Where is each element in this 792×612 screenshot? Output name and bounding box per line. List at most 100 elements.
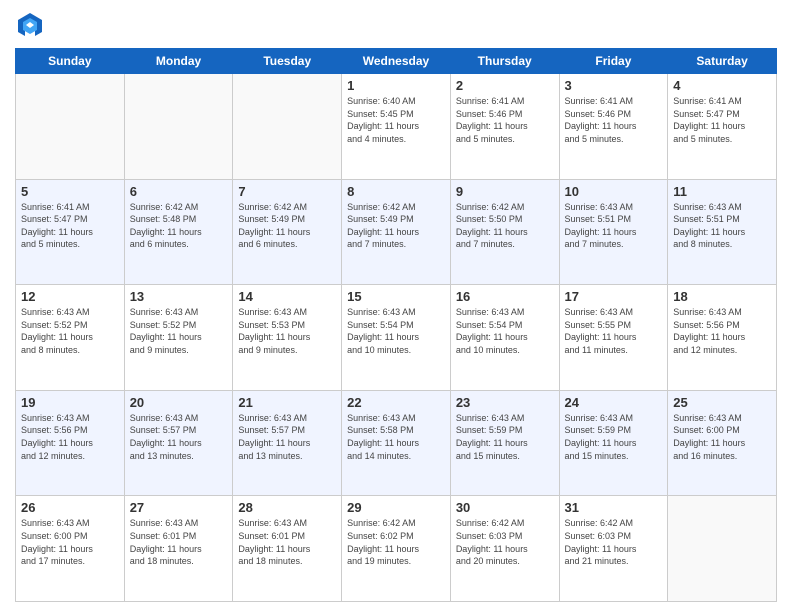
day-info: Daylight: 11 hours — [565, 226, 663, 239]
day-info: and 17 minutes. — [21, 555, 119, 568]
weekday-header-wednesday: Wednesday — [342, 49, 451, 74]
day-info: Sunset: 5:51 PM — [565, 213, 663, 226]
calendar-cell: 15Sunrise: 6:43 AMSunset: 5:54 PMDayligh… — [342, 285, 451, 391]
day-info: Sunset: 5:57 PM — [130, 424, 228, 437]
day-info: Sunset: 5:52 PM — [130, 319, 228, 332]
day-info: Sunset: 5:57 PM — [238, 424, 336, 437]
day-number: 30 — [456, 500, 554, 515]
day-info: Sunrise: 6:41 AM — [673, 95, 771, 108]
day-info: and 14 minutes. — [347, 450, 445, 463]
day-info: Sunrise: 6:42 AM — [347, 201, 445, 214]
calendar-cell — [124, 74, 233, 180]
day-info: Sunset: 5:47 PM — [673, 108, 771, 121]
day-number: 4 — [673, 78, 771, 93]
day-info: Daylight: 11 hours — [347, 437, 445, 450]
day-info: Daylight: 11 hours — [456, 543, 554, 556]
day-info: Daylight: 11 hours — [21, 543, 119, 556]
day-info: Daylight: 11 hours — [347, 120, 445, 133]
day-info: Sunrise: 6:41 AM — [456, 95, 554, 108]
weekday-header-saturday: Saturday — [668, 49, 777, 74]
day-info: Daylight: 11 hours — [21, 226, 119, 239]
weekday-header-friday: Friday — [559, 49, 668, 74]
day-info: Sunrise: 6:43 AM — [130, 517, 228, 530]
day-info: Sunrise: 6:43 AM — [565, 201, 663, 214]
day-info: Daylight: 11 hours — [456, 120, 554, 133]
day-info: Sunrise: 6:43 AM — [565, 306, 663, 319]
day-info: Daylight: 11 hours — [565, 120, 663, 133]
day-info: Sunrise: 6:43 AM — [21, 517, 119, 530]
calendar-cell: 28Sunrise: 6:43 AMSunset: 6:01 PMDayligh… — [233, 496, 342, 602]
day-info: and 6 minutes. — [130, 238, 228, 251]
day-info: and 20 minutes. — [456, 555, 554, 568]
calendar-cell: 29Sunrise: 6:42 AMSunset: 6:02 PMDayligh… — [342, 496, 451, 602]
day-number: 31 — [565, 500, 663, 515]
calendar-cell: 3Sunrise: 6:41 AMSunset: 5:46 PMDaylight… — [559, 74, 668, 180]
day-info: Sunset: 5:54 PM — [347, 319, 445, 332]
day-number: 23 — [456, 395, 554, 410]
day-number: 13 — [130, 289, 228, 304]
day-number: 14 — [238, 289, 336, 304]
day-info: Sunrise: 6:41 AM — [21, 201, 119, 214]
day-info: Sunset: 5:49 PM — [238, 213, 336, 226]
day-info: Sunrise: 6:42 AM — [347, 517, 445, 530]
calendar-cell: 25Sunrise: 6:43 AMSunset: 6:00 PMDayligh… — [668, 390, 777, 496]
day-number: 16 — [456, 289, 554, 304]
calendar-cell: 27Sunrise: 6:43 AMSunset: 6:01 PMDayligh… — [124, 496, 233, 602]
day-info: Sunrise: 6:42 AM — [456, 201, 554, 214]
day-info: Sunrise: 6:42 AM — [238, 201, 336, 214]
day-number: 3 — [565, 78, 663, 93]
weekday-header-thursday: Thursday — [450, 49, 559, 74]
day-info: Sunrise: 6:42 AM — [565, 517, 663, 530]
day-info: Sunrise: 6:42 AM — [456, 517, 554, 530]
day-info: Sunset: 5:50 PM — [456, 213, 554, 226]
calendar-cell: 18Sunrise: 6:43 AMSunset: 5:56 PMDayligh… — [668, 285, 777, 391]
calendar-cell: 13 Sunrise: 6:43 AMSunset: 5:52 PMDayligh… — [124, 285, 233, 391]
calendar-cell: 6Sunrise: 6:42 AMSunset: 5:48 PMDaylight… — [124, 179, 233, 285]
day-info: Sunrise: 6:43 AM — [21, 412, 119, 425]
calendar-cell: 17Sunrise: 6:43 AMSunset: 5:55 PMDayligh… — [559, 285, 668, 391]
day-info: Daylight: 11 hours — [673, 226, 771, 239]
day-info: Sunrise: 6:43 AM — [21, 306, 119, 319]
day-info: Sunrise: 6:43 AM — [238, 306, 336, 319]
day-info: Sunset: 5:45 PM — [347, 108, 445, 121]
day-info: Daylight: 11 hours — [565, 543, 663, 556]
calendar-cell: 31 Sunrise: 6:42 AMSunset: 6:03 PMDayligh… — [559, 496, 668, 602]
day-info: Daylight: 11 hours — [456, 331, 554, 344]
day-info: and 15 minutes. — [456, 450, 554, 463]
calendar-cell: 4Sunrise: 6:41 AMSunset: 5:47 PMDaylight… — [668, 74, 777, 180]
day-info: and 9 minutes. — [238, 344, 336, 357]
day-number: 2 — [456, 78, 554, 93]
day-info: Daylight: 11 hours — [130, 226, 228, 239]
day-info: Daylight: 11 hours — [238, 437, 336, 450]
day-info: and 7 minutes. — [565, 238, 663, 251]
calendar-week-row: 12Sunrise: 6:43 AMSunset: 5:52 PMDayligh… — [16, 285, 777, 391]
calendar-week-row: 1Sunrise: 6:40 AMSunset: 5:45 PMDaylight… — [16, 74, 777, 180]
day-info: Daylight: 11 hours — [565, 437, 663, 450]
calendar-week-row: 5Sunrise: 6:41 AMSunset: 5:47 PMDaylight… — [16, 179, 777, 285]
day-info: Sunrise: 6:43 AM — [347, 412, 445, 425]
day-info: Daylight: 11 hours — [130, 331, 228, 344]
day-info: Daylight: 11 hours — [673, 437, 771, 450]
day-info: Daylight: 11 hours — [238, 226, 336, 239]
calendar-cell: 11Sunrise: 6:43 AMSunset: 5:51 PMDayligh… — [668, 179, 777, 285]
day-info: and 5 minutes. — [673, 133, 771, 146]
calendar-cell: 12Sunrise: 6:43 AMSunset: 5:52 PMDayligh… — [16, 285, 125, 391]
day-info: Sunset: 5:56 PM — [673, 319, 771, 332]
day-number: 22 — [347, 395, 445, 410]
day-info: and 12 minutes. — [673, 344, 771, 357]
day-info: Daylight: 11 hours — [130, 437, 228, 450]
day-info: Daylight: 11 hours — [130, 543, 228, 556]
day-info: Sunset: 5:46 PM — [565, 108, 663, 121]
day-info: Sunrise: 6:42 AM — [130, 201, 228, 214]
day-info: Sunset: 6:02 PM — [347, 530, 445, 543]
calendar-cell — [668, 496, 777, 602]
day-info: Daylight: 11 hours — [347, 226, 445, 239]
day-info: Sunrise: 6:43 AM — [130, 306, 228, 319]
day-info: Daylight: 11 hours — [565, 331, 663, 344]
day-number: 20 — [130, 395, 228, 410]
day-info: Sunrise: 6:43 AM — [456, 412, 554, 425]
day-info: Sunset: 6:03 PM — [565, 530, 663, 543]
calendar-cell: 30Sunrise: 6:42 AMSunset: 6:03 PMDayligh… — [450, 496, 559, 602]
day-info: Sunset: 5:54 PM — [456, 319, 554, 332]
calendar-cell — [16, 74, 125, 180]
